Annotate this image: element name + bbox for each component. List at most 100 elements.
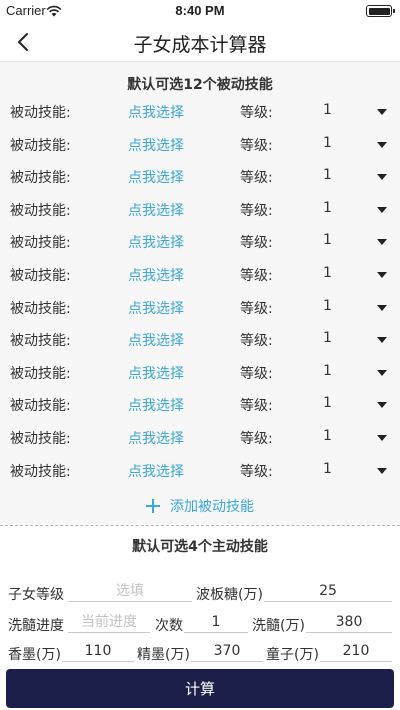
battery-icon <box>366 5 395 17</box>
passive-skill-label: 被动技能: <box>10 365 71 382</box>
grade-label: 等级: <box>240 333 273 350</box>
passive-skill-row: 被动技能: 点我选择 等级: 1 <box>0 225 400 258</box>
passive-skill-row: 被动技能: 点我选择 等级: 1 <box>0 323 400 356</box>
boban-label: 波板糖(万) <box>196 587 263 603</box>
jingmo-label: 精墨(万) <box>137 647 190 663</box>
tongzi-label: 童子(万) <box>266 647 319 663</box>
passive-skill-row: 被动技能: 点我选择 等级: 1 <box>0 291 400 324</box>
active-section-title: 默认可选4个主动技能 <box>132 539 268 555</box>
passive-skill-row: 被动技能: 点我选择 等级: 1 <box>0 193 400 226</box>
passive-skill-picker[interactable]: 点我选择 <box>128 167 184 187</box>
grade-value: 1 <box>323 265 332 281</box>
count-input[interactable]: 1 <box>184 611 248 633</box>
caret-down-icon[interactable] <box>377 141 387 148</box>
caret-down-icon[interactable] <box>377 304 387 311</box>
passive-skill-picker[interactable]: 点我选择 <box>128 102 184 122</box>
passive-skill-picker[interactable]: 点我选择 <box>128 232 184 252</box>
child-level-input[interactable]: 选填 <box>68 580 192 602</box>
passive-skill-label: 被动技能: <box>10 431 71 447</box>
passive-skill-label: 被动技能: <box>10 398 71 415</box>
passive-skill-row: 被动技能: 点我选择 等级: 1 <box>0 388 400 421</box>
add-passive-skill-button[interactable]: 添加被动技能 <box>0 494 400 518</box>
passive-skill-label: 被动技能: <box>10 463 71 480</box>
status-bar: Carrier 8:40 PM <box>0 0 400 22</box>
boban-input[interactable]: 25 <box>264 580 392 602</box>
xiangmo-input[interactable]: 110 <box>62 640 134 662</box>
child-level-label: 子女等级 <box>8 587 64 603</box>
passive-skill-label: 被动技能: <box>10 105 71 121</box>
plus-icon <box>146 499 160 513</box>
count-label: 次数 <box>155 618 183 634</box>
passive-skill-row: 被动技能: 点我选择 等级: 1 <box>0 160 400 193</box>
xisui-progress-input[interactable]: 当前进度 <box>68 611 150 633</box>
grade-value: 1 <box>323 167 332 184</box>
caret-down-icon[interactable] <box>377 435 387 441</box>
grade-label: 等级: <box>240 105 273 121</box>
passive-section-title: 默认可选12个被动技能 <box>127 77 273 93</box>
grade-value: 1 <box>323 428 332 444</box>
page-title: 子女成本计算器 <box>133 34 267 56</box>
caret-down-icon[interactable] <box>377 174 387 181</box>
passive-skill-picker[interactable]: 点我选择 <box>128 330 184 350</box>
caret-down-icon[interactable] <box>377 239 387 246</box>
passive-skill-picker[interactable]: 点我选择 <box>128 135 184 155</box>
passive-skill-label: 被动技能: <box>10 170 71 187</box>
grade-label: 等级: <box>240 268 273 284</box>
grade-value: 1 <box>323 395 332 412</box>
add-passive-skill-label: 添加被动技能 <box>170 499 254 515</box>
caret-down-icon[interactable] <box>377 402 387 409</box>
caret-down-icon[interactable] <box>377 369 387 376</box>
grade-value: 1 <box>323 134 332 151</box>
caret-down-icon[interactable] <box>377 109 387 115</box>
passive-skill-row: 被动技能: 点我选择 等级: 1 <box>0 128 400 161</box>
grade-value: 1 <box>323 460 332 477</box>
passive-skill-row: 被动技能: 点我选择 等级: 1 <box>0 421 400 454</box>
grade-label: 等级: <box>240 235 273 252</box>
grade-label: 等级: <box>240 170 273 187</box>
grade-label: 等级: <box>240 137 273 154</box>
passive-skill-picker[interactable]: 点我选择 <box>128 461 184 481</box>
grade-label: 等级: <box>240 431 273 447</box>
tongzi-input[interactable]: 210 <box>320 640 392 662</box>
passive-skill-picker[interactable]: 点我选择 <box>128 200 184 220</box>
caret-down-icon[interactable] <box>377 337 387 344</box>
xisui-wan-input[interactable]: 380 <box>306 611 392 633</box>
grade-label: 等级: <box>240 202 273 219</box>
section-divider <box>0 525 400 526</box>
grade-value: 1 <box>323 199 332 216</box>
passive-skill-label: 被动技能: <box>10 235 71 252</box>
grade-value: 1 <box>323 330 332 347</box>
grade-value: 1 <box>323 102 332 118</box>
passive-skill-picker[interactable]: 点我选择 <box>128 428 184 448</box>
passive-skill-row: 被动技能: 点我选择 等级: 1 <box>0 454 400 487</box>
passive-skill-label: 被动技能: <box>10 333 71 350</box>
passive-skill-label: 被动技能: <box>10 268 71 284</box>
passive-skill-picker[interactable]: 点我选择 <box>128 363 184 383</box>
calculate-button[interactable]: 计算 <box>6 669 394 708</box>
navigation-bar: 子女成本计算器 <box>0 22 400 62</box>
passive-skill-row: 被动技能: 点我选择 等级: 1 <box>0 95 400 128</box>
passive-skill-picker[interactable]: 点我选择 <box>128 298 184 318</box>
grade-label: 等级: <box>240 300 273 317</box>
passive-skill-picker[interactable]: 点我选择 <box>128 265 184 285</box>
passive-skill-label: 被动技能: <box>10 137 71 154</box>
grade-label: 等级: <box>240 398 273 415</box>
grade-value: 1 <box>323 362 332 379</box>
grade-label: 等级: <box>240 463 273 480</box>
passive-skill-picker[interactable]: 点我选择 <box>128 395 184 415</box>
grade-label: 等级: <box>240 365 273 382</box>
grade-value: 1 <box>323 232 332 249</box>
caret-down-icon[interactable] <box>377 206 387 213</box>
clock-time: 8:40 PM <box>175 3 225 18</box>
passive-skill-label: 被动技能: <box>10 300 71 317</box>
passive-skill-row: 被动技能: 点我选择 等级: 1 <box>0 356 400 389</box>
xiangmo-label: 香墨(万) <box>8 647 61 663</box>
caret-down-icon[interactable] <box>377 467 387 474</box>
xisui-progress-label: 洗髓进度 <box>8 618 64 634</box>
passive-skill-row: 被动技能: 点我选择 等级: 1 <box>0 258 400 291</box>
jingmo-input[interactable]: 370 <box>191 640 263 662</box>
passive-skill-label: 被动技能: <box>10 202 71 219</box>
caret-down-icon[interactable] <box>377 272 387 278</box>
calculate-label: 计算 <box>184 680 215 698</box>
xisui-wan-label: 洗髓(万) <box>252 618 305 634</box>
